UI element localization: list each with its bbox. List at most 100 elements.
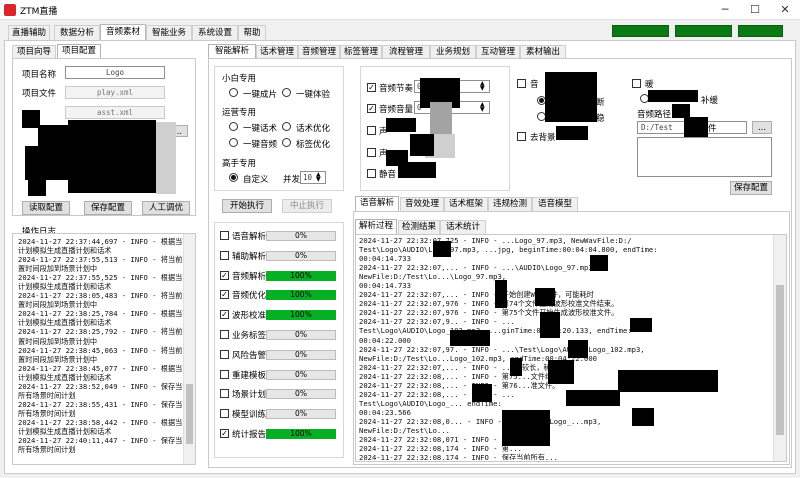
- radio-custom[interactable]: [229, 173, 238, 185]
- parse-log-scrollbar[interactable]: [773, 235, 786, 461]
- result-tab-violation-check[interactable]: 违规检测: [488, 197, 532, 211]
- radio-custom-label: 自定义: [243, 175, 269, 185]
- checkbox-option-4[interactable]: [367, 148, 376, 157]
- radio-one-click-try[interactable]: [282, 88, 291, 100]
- menu-tab-live-assist[interactable]: 直播辅助: [8, 25, 50, 40]
- checkbox-option-3[interactable]: [367, 126, 376, 135]
- menu-tab-system-settings[interactable]: 系统设置: [192, 25, 238, 40]
- minimize-icon[interactable]: ─: [710, 0, 740, 20]
- parse-process-log: 2024-11-27 22:32:07,725 - INFO - ...Logo…: [359, 236, 658, 460]
- save-audio-config-button[interactable]: 保存配置: [730, 181, 772, 195]
- tab-project-wizard[interactable]: 项目向导: [12, 45, 56, 59]
- task-checkbox[interactable]: [220, 330, 229, 339]
- start-execution-button[interactable]: 开始执行: [222, 199, 272, 213]
- parse-log-scroll-thumb[interactable]: [776, 285, 784, 435]
- redacted-block: [38, 125, 68, 147]
- remove-bg-label: 去背景: [530, 133, 556, 143]
- radio-script-optimize[interactable]: [282, 122, 291, 134]
- task-checkbox[interactable]: ✓: [220, 429, 229, 438]
- checkbox-option-r1[interactable]: [517, 79, 526, 88]
- redacted-block: [502, 410, 550, 446]
- log-scroll-thumb[interactable]: [186, 384, 193, 444]
- volume-spin-arrows-icon[interactable]: ▲ ▼: [480, 102, 485, 113]
- task-progress-bar: 0%: [266, 231, 336, 241]
- checkbox-audio-volume[interactable]: ✓: [367, 104, 376, 113]
- checkbox-option-r5[interactable]: [632, 79, 641, 88]
- option-r6-label: 补缓: [701, 96, 719, 106]
- task-progress-bar: 0%: [266, 250, 336, 261]
- task-label: 辅助解析: [232, 251, 267, 262]
- menu-tab-audio-assets[interactable]: 音频素材: [100, 24, 146, 41]
- task-checkbox[interactable]: [220, 349, 229, 359]
- audio-path-browse-button[interactable]: ...: [752, 121, 772, 134]
- subtab-script-manage[interactable]: 话术管理: [256, 45, 298, 59]
- checkbox-audio-tempo[interactable]: ✓: [367, 83, 376, 92]
- subtab-interaction[interactable]: 互动管理: [476, 45, 520, 59]
- project-name-input[interactable]: Logo: [65, 66, 165, 79]
- process-tab-check-result[interactable]: 检测结果: [398, 220, 440, 234]
- redacted-block: [398, 162, 436, 178]
- task-checkbox[interactable]: [220, 369, 229, 379]
- checkbox-mute[interactable]: [367, 169, 376, 178]
- task-progress-bar: 100%: [266, 310, 336, 321]
- subtab-smart-parse[interactable]: 智能解析: [208, 44, 256, 59]
- audio-path-suffix: 件: [708, 124, 717, 134]
- novice-title: 小白专用: [222, 74, 257, 84]
- menu-tab-smart-business[interactable]: 智能业务: [146, 25, 192, 40]
- stop-execution-button[interactable]: 中止执行: [282, 199, 332, 213]
- tab-project-config[interactable]: 项目配置: [57, 44, 101, 59]
- tempo-spin-arrows-icon[interactable]: ▲ ▼: [480, 81, 485, 92]
- result-tab-speech-parse[interactable]: 语音解析: [355, 196, 399, 211]
- audio-notes-textarea[interactable]: [637, 137, 772, 177]
- process-tab-parse-process[interactable]: 解析过程: [355, 219, 397, 234]
- redacted-block: [630, 318, 652, 332]
- checkbox-remove-bg[interactable]: [517, 132, 526, 141]
- menu-tab-help[interactable]: 帮助: [238, 25, 266, 40]
- save-config-button[interactable]: 保存配置: [84, 201, 132, 215]
- subtab-flow-manage[interactable]: 流程管理: [382, 45, 430, 59]
- task-checkbox[interactable]: [220, 389, 229, 399]
- redacted-block: [566, 390, 620, 406]
- option-r2-label: 断: [596, 98, 605, 108]
- project-name-label: 项目名称: [22, 70, 57, 80]
- log-scrollbar[interactable]: [183, 234, 195, 464]
- ops-title: 运营专用: [222, 108, 257, 118]
- task-progress-bar: 0%: [266, 409, 336, 420]
- redacted-block: [540, 312, 560, 338]
- task-checkbox[interactable]: ✓: [220, 310, 229, 320]
- app-title: ZTM直播: [20, 7, 58, 17]
- redacted-block: [648, 90, 698, 102]
- subtab-asset-output[interactable]: 素材输出: [520, 45, 566, 59]
- radio-one-click-audio[interactable]: [229, 138, 238, 150]
- task-checkbox[interactable]: [220, 231, 229, 240]
- spinbox-arrows-icon[interactable]: ▲ ▼: [316, 172, 321, 183]
- task-checkbox[interactable]: [220, 250, 229, 260]
- redacted-block: [568, 340, 588, 358]
- manual-tune-button[interactable]: 人工调优: [142, 201, 190, 215]
- task-checkbox[interactable]: ✓: [220, 270, 229, 280]
- project-file-input[interactable]: play.xml: [65, 86, 165, 99]
- result-tab-script-frame[interactable]: 话术框架: [444, 197, 488, 211]
- project-file2-input[interactable]: asst.xml: [65, 106, 165, 119]
- radio-one-click-script-label: 一键话术: [243, 124, 278, 134]
- subtab-audio-manage[interactable]: 音频管理: [298, 45, 340, 59]
- option-r1-label: 音: [530, 80, 539, 90]
- close-icon[interactable]: ✕: [770, 0, 800, 20]
- radio-one-click-film-label: 一键成片: [243, 90, 278, 100]
- redacted-block: [68, 120, 156, 193]
- result-tab-sound-effect[interactable]: 音效处理: [400, 197, 444, 211]
- task-checkbox[interactable]: ✓: [220, 290, 229, 300]
- menu-tab-data-analysis[interactable]: 数据分析: [54, 25, 100, 40]
- result-tab-voice-model[interactable]: 语音模型: [532, 197, 578, 211]
- subtab-tag-manage[interactable]: 标签管理: [340, 45, 382, 59]
- maximize-icon[interactable]: ☐: [740, 0, 770, 20]
- radio-one-click-film[interactable]: [229, 88, 238, 100]
- subtab-business-plan[interactable]: 业务规划: [430, 45, 476, 59]
- radio-tag-optimize[interactable]: [282, 138, 291, 150]
- redacted-block: [450, 330, 490, 346]
- radio-one-click-script[interactable]: [229, 122, 238, 134]
- read-config-button[interactable]: 读取配置: [22, 201, 70, 215]
- process-tab-script-stats[interactable]: 话术统计: [440, 220, 486, 234]
- concurrency-spinbox[interactable]: 10: [300, 171, 326, 184]
- task-checkbox[interactable]: [220, 409, 229, 419]
